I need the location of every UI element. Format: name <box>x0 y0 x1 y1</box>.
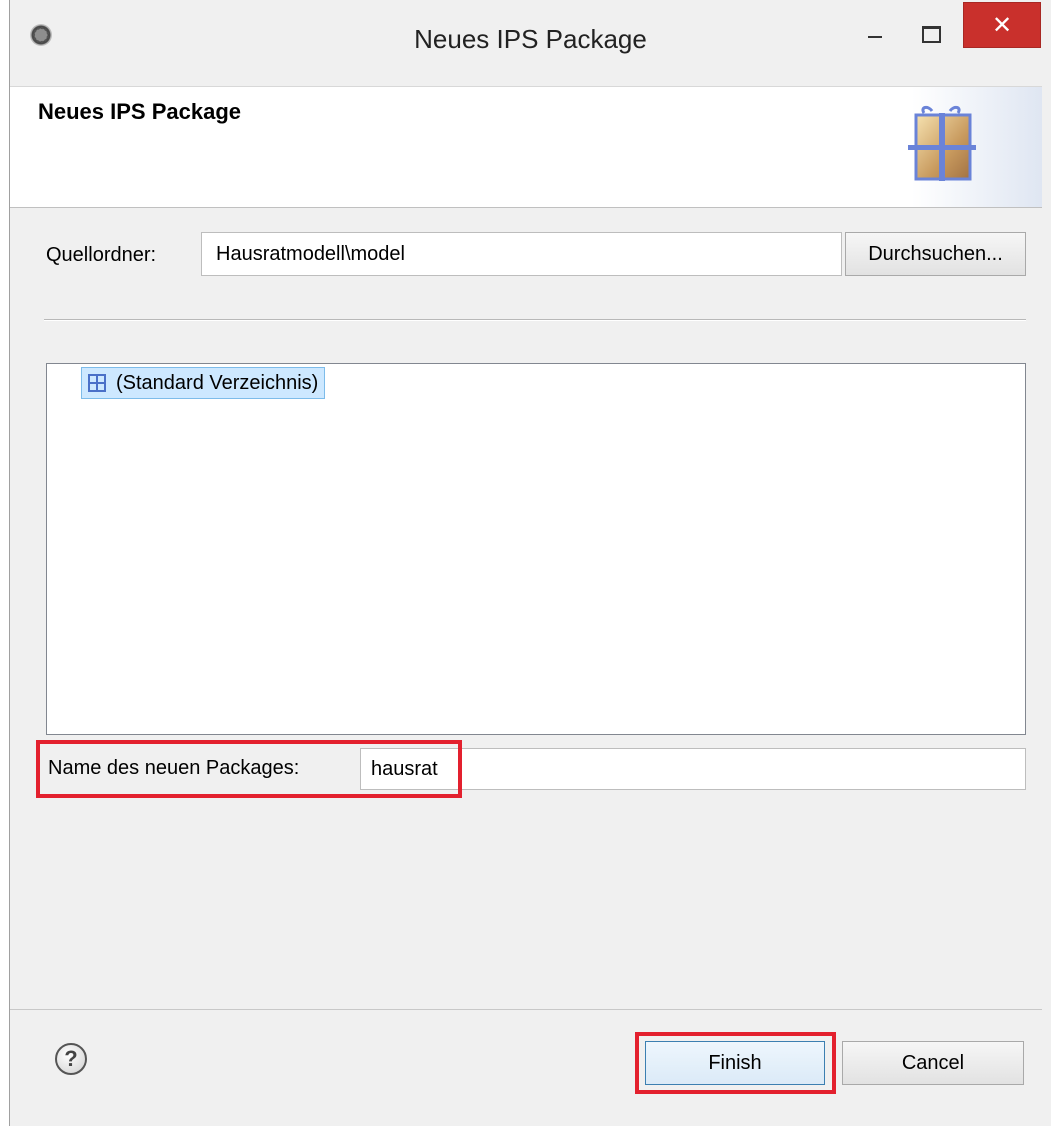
new-ips-package-dialog: Neues IPS Package ✕ Neues IPS Package Qu… <box>9 0 1051 1126</box>
package-gift-icon <box>908 105 976 181</box>
separator <box>44 319 1026 321</box>
package-icon <box>88 374 106 392</box>
finish-highlight <box>635 1032 836 1094</box>
close-button[interactable]: ✕ <box>963 2 1041 48</box>
package-tree[interactable]: (Standard Verzeichnis) <box>46 363 1026 735</box>
maximize-button[interactable] <box>922 26 941 43</box>
wizard-page-title: Neues IPS Package <box>38 99 242 124</box>
package-name-highlight <box>36 740 462 798</box>
help-icon[interactable]: ? <box>55 1043 87 1075</box>
browse-button[interactable]: Durchsuchen... <box>845 232 1026 276</box>
wizard-header: Neues IPS Package <box>10 86 1042 208</box>
source-folder-input[interactable] <box>201 232 842 276</box>
footer-separator <box>10 1009 1042 1010</box>
title-bar[interactable]: Neues IPS Package ✕ <box>10 0 1051 86</box>
source-folder-label: Quellordner: <box>46 244 157 266</box>
tree-item-label: (Standard Verzeichnis) <box>116 371 319 394</box>
window-title: Neues IPS Package <box>414 24 647 54</box>
tree-item-default-package[interactable]: (Standard Verzeichnis) <box>81 367 326 399</box>
cancel-button[interactable]: Cancel <box>842 1041 1024 1085</box>
minimize-button[interactable] <box>868 36 882 38</box>
